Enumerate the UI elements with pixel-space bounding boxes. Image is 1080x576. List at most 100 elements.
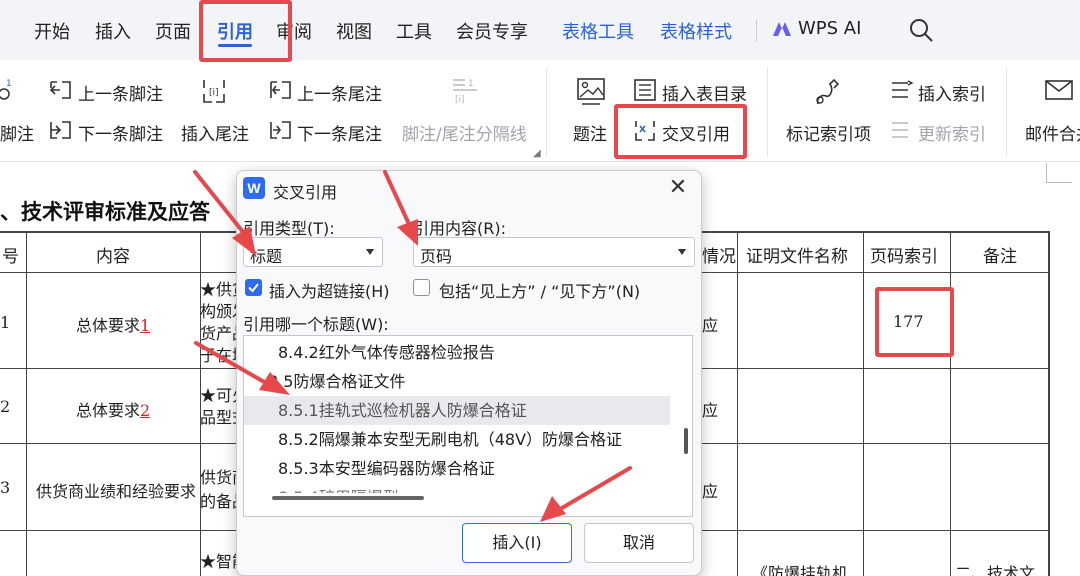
horizontal-scrollbar[interactable] [272,496,424,500]
caption-icon [577,78,605,105]
mark-index-entry-icon [816,78,840,105]
insert-index-button[interactable]: 插入索引 [918,80,986,105]
row-status: 应 [702,401,719,420]
heading-listbox[interactable]: 8.4.2红外气体传感器检验报告 8.5防爆合格证文件 8.5.1挂轨式巡检机器… [243,335,693,517]
vertical-scrollbar[interactable] [684,428,688,454]
next-endnote-icon [270,121,291,139]
search-icon[interactable] [908,17,934,43]
update-index-icon [892,122,908,138]
tab-page[interactable]: 页面 [155,18,191,44]
mail-merge-button[interactable]: 邮件合并 [1025,120,1080,145]
svg-text:[i]: [i] [455,95,465,105]
list-item[interactable]: 8.5.4矿用隔爆型… [244,483,670,493]
insert-index-icon [892,80,914,98]
list-item[interactable]: 8.5防爆合格证文件 [244,367,670,396]
col-header-num: 号 [2,247,19,267]
highlight-box-cross-reference [614,104,747,159]
hyperlink-checkbox[interactable] [245,279,262,296]
tab-wps-ai[interactable]: WPS AI [798,18,861,39]
svg-text:1: 1 [468,79,474,89]
tab-member[interactable]: 会员专享 [456,18,528,44]
tab-divider [756,20,757,42]
include-above-below-label[interactable]: 包括“见上方” / “见下方”(N) [439,278,640,302]
close-icon[interactable]: ✕ [667,177,689,199]
note-separator-icon: 1 [i] [453,79,477,105]
prev-footnote-button[interactable]: 上一条脚注 [78,80,163,105]
list-item[interactable]: 8.4.2红外气体传感器检验报告 [244,338,670,367]
insert-endnote-icon: [i] [203,80,225,103]
row-status: 应 [702,316,719,335]
col-header-page-index: 页码索引 [870,247,938,267]
row-content: 总体要求1 [76,316,151,335]
next-endnote-button[interactable]: 下一条尾注 [297,120,382,145]
which-heading-label: 引用哪一个标题(W): [243,315,389,334]
row-content: 供货商业绩和经验要求 [36,482,197,501]
tab-table-style[interactable]: 表格样式 [660,18,732,44]
hyperlink-label[interactable]: 插入为超链接(H) [269,278,390,302]
tab-tools[interactable]: 工具 [396,18,432,44]
chevron-down-icon [366,249,374,255]
update-index-button[interactable]: 更新索引 [918,120,986,145]
cross-reference-dialog: W 交叉引用 ✕ 引用类型(T): 标题 引用内容(R): 页码 插入为超链接(… [236,170,702,576]
tab-table-tools[interactable]: 表格工具 [562,18,634,44]
dialog-launcher-icon[interactable]: ◢ [533,148,541,159]
highlight-box-page-index [875,287,954,357]
col-header-remark: 备注 [983,247,1017,267]
chevron-down-icon [678,249,686,255]
cross-ref-number[interactable]: 1 [140,316,150,335]
insert-footnote-label[interactable]: 脚注 [0,120,34,145]
section-heading: 、技术评审标准及应答 [0,199,210,224]
include-above-below-checkbox[interactable] [413,279,430,296]
insert-table-of-figures-icon [634,79,656,101]
page-corner-mark [1046,163,1072,183]
highlight-box-references-tab [199,0,292,62]
reference-content-label: 引用内容(R): [413,219,506,238]
table-border [1048,231,1050,576]
row-content: 总体要求2 [76,401,151,420]
caption-button[interactable]: 题注 [573,120,607,145]
dialog-title: 交叉引用 [273,183,338,202]
svg-text:[i]: [i] [209,88,219,98]
mark-index-entry-button[interactable]: 标记索引项 [786,120,871,145]
checkmark-icon [248,283,259,293]
row-cert: 《防爆挂轨机 [752,564,849,576]
note-separator-button[interactable]: 脚注/尾注分隔线 [402,120,527,145]
insert-endnote-button[interactable]: 插入尾注 [181,120,249,145]
reference-content-select[interactable]: 页码 [413,237,695,267]
prev-footnote-icon [49,81,71,99]
row-status: 应 [702,482,719,501]
cancel-button[interactable]: 取消 [584,523,694,563]
row-number: 2 [0,397,11,416]
table-border [737,231,738,576]
col-header-status: 情况 [702,247,736,267]
list-item[interactable]: 8.5.3本安型编码器防爆合格证 [244,454,670,483]
ribbon-tab-bar: 开始 插入 页面 引用 审阅 视图 工具 会员专享 表格工具 表格样式 WPS … [0,0,1080,60]
cross-ref-number[interactable]: 2 [140,401,150,420]
tab-insert[interactable]: 插入 [95,18,131,44]
mail-icon [1045,80,1073,100]
tab-view[interactable]: 视图 [336,18,372,44]
wps-writer-logo: W [243,177,265,199]
footnote-icon: 1 [0,79,12,100]
table-border [863,231,864,576]
list-item-selected[interactable]: 8.5.1挂轨式巡检机器人防爆合格证 [244,396,670,425]
table-border [950,231,951,576]
tab-home[interactable]: 开始 [34,18,70,44]
next-footnote-button[interactable]: 下一条脚注 [78,120,163,145]
ribbon-group-divider [767,68,768,156]
ribbon-group-divider [1006,68,1007,156]
row-number: 3 [0,478,11,497]
wps-ai-icon [773,22,791,36]
insert-table-of-figures-button[interactable]: 插入表目录 [662,80,747,105]
reference-type-select[interactable]: 标题 [243,237,383,267]
table-border [26,231,27,576]
row-remark: 二、技术文 [955,564,1036,576]
ribbon-toolbar: 1 脚注 上一条脚注 下一条脚注 [i] 插入尾注 上一条尾注 下一条尾注 1 … [0,60,1080,162]
reference-type-label: 引用类型(T): [243,219,335,238]
insert-button[interactable]: 插入(I) [462,523,572,563]
list-item[interactable]: 8.5.2隔爆兼本安型无刷电机（48V）防爆合格证 [244,425,670,454]
prev-endnote-button[interactable]: 上一条尾注 [297,80,382,105]
next-footnote-icon [50,121,71,139]
row-number: 1 [0,313,11,332]
ribbon-group-divider [546,68,547,156]
